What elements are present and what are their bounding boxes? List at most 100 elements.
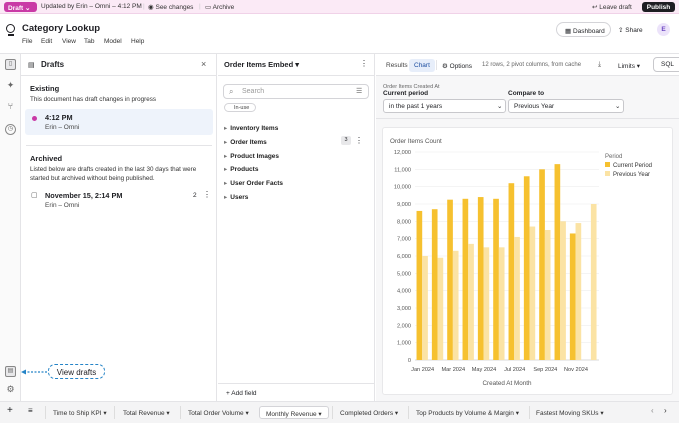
- field-group-user-order-facts[interactable]: ▸ User Order Facts: [224, 179, 283, 187]
- chevron-down-icon: ▾: [394, 410, 399, 417]
- menu-model[interactable]: Model: [104, 38, 122, 45]
- divider: [218, 383, 375, 384]
- draft-status-dropdown[interactable]: Draft ⌄: [4, 2, 37, 12]
- drafts-file-icon[interactable]: ▤: [5, 366, 16, 377]
- menu-edit[interactable]: Edit: [41, 38, 52, 45]
- chevron-down-icon: ⌄: [497, 103, 503, 110]
- ai-sparkle-icon[interactable]: ✦: [5, 81, 16, 92]
- bar-current-7: [523, 176, 530, 360]
- field-group-label: User Order Facts: [230, 180, 284, 187]
- omni-logo-icon[interactable]: [6, 24, 15, 36]
- share-button[interactable]: ⇪ Share: [618, 26, 643, 34]
- branch-icon[interactable]: ⑂: [5, 102, 16, 113]
- results-info: 12 rows, 2 pivot columns, from cache: [482, 62, 582, 68]
- field-group-order-items[interactable]: ▸ Order Items: [224, 138, 267, 146]
- eye-icon: ◉: [148, 4, 154, 11]
- updated-text: Updated by Erin – Omni – 4:12 PM: [41, 3, 142, 10]
- close-icon[interactable]: ×: [201, 59, 206, 69]
- field-group-products[interactable]: ▸ Products: [224, 165, 258, 173]
- sidebar-toggle-icon[interactable]: ▯: [5, 59, 16, 70]
- tab-top-products[interactable]: Top Products by Volume & Margin ▾: [408, 406, 528, 419]
- menu-file[interactable]: File: [22, 38, 32, 45]
- divider: |: [199, 3, 201, 10]
- menu-tab[interactable]: Tab: [84, 38, 94, 45]
- results-toolbar: Results Chart ⚙ Options 12 rows, 2 pivot…: [376, 54, 679, 76]
- field-group-inventory-items[interactable]: ▸ Inventory Items: [224, 124, 278, 132]
- tab-chart[interactable]: Chart: [409, 59, 435, 72]
- tab-monthly-revenue[interactable]: Monthly Revenue ▾: [259, 406, 329, 419]
- x-tick-label: Jul 2024: [504, 367, 525, 373]
- scroll-left-icon[interactable]: ‹: [651, 406, 654, 415]
- topic-title: Order Items Embed: [224, 60, 294, 69]
- bar-previous-4: [483, 247, 490, 360]
- in-use-filter-chip[interactable]: In-use: [224, 103, 256, 112]
- legend-swatch: [605, 162, 610, 167]
- settings-gear-icon[interactable]: ⚙: [5, 385, 16, 396]
- tab-fastest-moving-skus[interactable]: Fastest Moving SKUs ▾: [529, 406, 639, 419]
- x-tick-label: Jan 2024: [411, 367, 434, 373]
- archive-label: Archive: [212, 4, 235, 11]
- y-tick-label: 3,000: [397, 306, 411, 312]
- archived-draft-item[interactable]: ▢ November 15, 2:14 PM Erin – Omni 2 ⋮: [25, 187, 213, 213]
- bar-previous-7: [529, 226, 536, 360]
- field-group-product-images[interactable]: ▸ Product Images: [224, 152, 279, 160]
- compare-select[interactable]: Previous Year ⌄: [508, 99, 624, 113]
- tab-completed-orders[interactable]: Completed Orders ▾: [332, 406, 407, 419]
- options-button[interactable]: ⚙ Options: [442, 62, 472, 70]
- divider: [436, 60, 437, 70]
- more-vertical-icon[interactable]: ⋮: [355, 136, 363, 145]
- bar-current-10: [569, 233, 576, 360]
- bar-previous-1: [437, 257, 444, 360]
- menu-view[interactable]: View: [62, 38, 76, 45]
- document-title[interactable]: Category Lookup: [22, 23, 100, 34]
- search-icon: ⌕: [229, 87, 234, 96]
- draft-time: 4:12 PM: [45, 113, 73, 122]
- tab-results[interactable]: Results: [381, 59, 413, 72]
- bar-current-9: [554, 164, 561, 360]
- see-changes-button[interactable]: ◉ See changes: [148, 3, 193, 11]
- tab-list-icon[interactable]: ≡: [28, 406, 33, 415]
- archived-draft-count: 2: [193, 192, 197, 199]
- tab-total-order-volume[interactable]: Total Order Volume ▾: [180, 406, 258, 419]
- menu-help[interactable]: Help: [131, 38, 144, 45]
- bar-previous-10: [575, 223, 582, 360]
- more-vertical-icon[interactable]: ⋮: [360, 59, 368, 68]
- user-avatar[interactable]: E: [657, 23, 670, 36]
- add-field-button[interactable]: + Add field: [226, 390, 257, 397]
- y-tick-label: 5,000: [397, 271, 411, 277]
- existing-heading: Existing: [30, 84, 60, 93]
- scroll-right-icon[interactable]: ›: [664, 406, 667, 415]
- dashboard-button[interactable]: ▦ Dashboard: [556, 22, 611, 37]
- limits-label: Limits: [618, 63, 635, 70]
- archive-button[interactable]: ▭ Archive: [205, 3, 234, 11]
- field-group-label: Order Items: [230, 139, 267, 146]
- add-tab-icon[interactable]: +: [7, 405, 13, 416]
- leave-draft-label: Leave draft: [599, 4, 632, 11]
- publish-button[interactable]: Publish: [642, 2, 675, 12]
- tab-time-to-ship-kpi[interactable]: Time to Ship KPI ▾: [45, 406, 113, 419]
- add-field-label: Add field: [231, 390, 257, 397]
- tab-label: Top Products by Volume & Margin: [416, 410, 514, 417]
- history-clock-icon[interactable]: ◷: [5, 124, 16, 135]
- field-search-input[interactable]: Search: [223, 84, 369, 99]
- y-axis-title: Order Items Count: [390, 138, 442, 145]
- leave-draft-button[interactable]: ↩ Leave draft: [592, 3, 632, 11]
- existing-draft-item[interactable]: 4:12 PM Erin – Omni: [25, 109, 213, 135]
- sql-button[interactable]: SQL: [653, 57, 679, 72]
- more-vertical-icon[interactable]: ⋮: [203, 190, 211, 199]
- field-group-users[interactable]: ▸ Users: [224, 193, 248, 201]
- tab-total-revenue[interactable]: Total Revenue ▾: [114, 406, 179, 419]
- download-icon[interactable]: ⤓: [598, 61, 601, 69]
- caret-right-icon: ▸: [224, 125, 228, 132]
- bar-current-0: [416, 210, 423, 360]
- limits-dropdown[interactable]: Limits ▾: [618, 62, 640, 70]
- topic-selector[interactable]: Order Items Embed ▾: [224, 60, 299, 69]
- current-period-select[interactable]: in the past 1 years ⌄: [383, 99, 506, 113]
- filter-icon[interactable]: ☰: [356, 87, 362, 95]
- active-dot-icon: [32, 116, 37, 121]
- plus-icon: +: [226, 390, 230, 397]
- bar-current-4: [477, 197, 484, 360]
- archive-icon: ▭: [205, 4, 212, 11]
- share-icon: ⇪: [618, 27, 624, 34]
- existing-description: This document has draft changes in progr…: [30, 96, 157, 103]
